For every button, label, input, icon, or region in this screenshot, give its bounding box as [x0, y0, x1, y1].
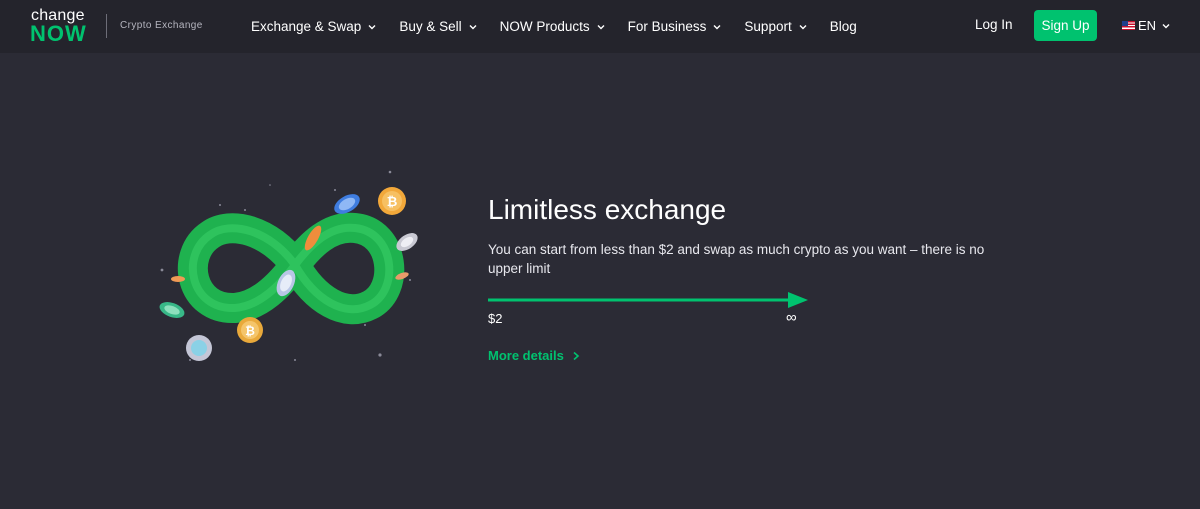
nav-label: For Business [627, 19, 707, 34]
chevron-down-icon [799, 24, 807, 29]
us-flag-icon [1122, 21, 1135, 30]
top-header: change NOW Crypto Exchange Exchange & Sw… [0, 0, 1200, 53]
nav-label: Support [744, 19, 792, 34]
chevron-down-icon [368, 24, 376, 29]
nav-now-products[interactable]: NOW Products [500, 19, 606, 34]
range-min-label: $2 [488, 311, 503, 326]
bitcoin-coin-icon: ₿ [378, 187, 406, 215]
nav-label: Blog [829, 19, 857, 34]
nav-exchange-swap[interactable]: Exchange & Swap [251, 19, 377, 34]
nav-label: Buy & Sell [399, 19, 462, 34]
chevron-right-icon [573, 351, 580, 360]
logo-tagline: Crypto Exchange [120, 20, 203, 31]
chevron-down-icon [469, 24, 477, 29]
nav-support[interactable]: Support [744, 19, 807, 34]
hero-title: Limitless exchange [488, 194, 727, 225]
bitcoin-coin-icon: ₿ [237, 317, 263, 343]
changenow-logo[interactable]: change NOW [30, 7, 94, 47]
chevron-down-icon [597, 24, 605, 29]
hero-description: You can start from less than $2 and swap… [488, 242, 985, 276]
language-selector[interactable]: EN [1122, 18, 1171, 33]
nav-buy-sell[interactable]: Buy & Sell [399, 19, 477, 34]
more-details-link[interactable]: More details [488, 348, 580, 363]
chevron-down-icon [713, 24, 721, 29]
silver-coin-icon [186, 335, 212, 361]
range-max-label: ∞ [786, 309, 797, 326]
main-nav: Exchange & Swap Buy & Sell NOW Products … [251, 0, 879, 53]
nav-for-business[interactable]: For Business [628, 19, 723, 34]
nav-blog[interactable]: Blog [830, 19, 857, 34]
login-link[interactable]: Log In [975, 17, 1013, 32]
language-label: EN [1138, 18, 1157, 33]
orange-coin-icon [171, 276, 185, 282]
nav-label: NOW Products [499, 19, 590, 34]
logo-text-now: NOW [30, 21, 87, 46]
logo-divider [106, 14, 107, 38]
signup-button[interactable]: Sign Up [1034, 10, 1097, 41]
svg-text:₿: ₿ [387, 195, 398, 210]
more-details-label: More details [488, 348, 564, 363]
chevron-down-icon [1162, 23, 1170, 28]
infinity-illustration: ₿ ₿ [159, 170, 418, 361]
svg-text:₿: ₿ [245, 324, 255, 338]
range-arrow [488, 292, 808, 308]
nav-label: Exchange & Swap [251, 19, 362, 34]
